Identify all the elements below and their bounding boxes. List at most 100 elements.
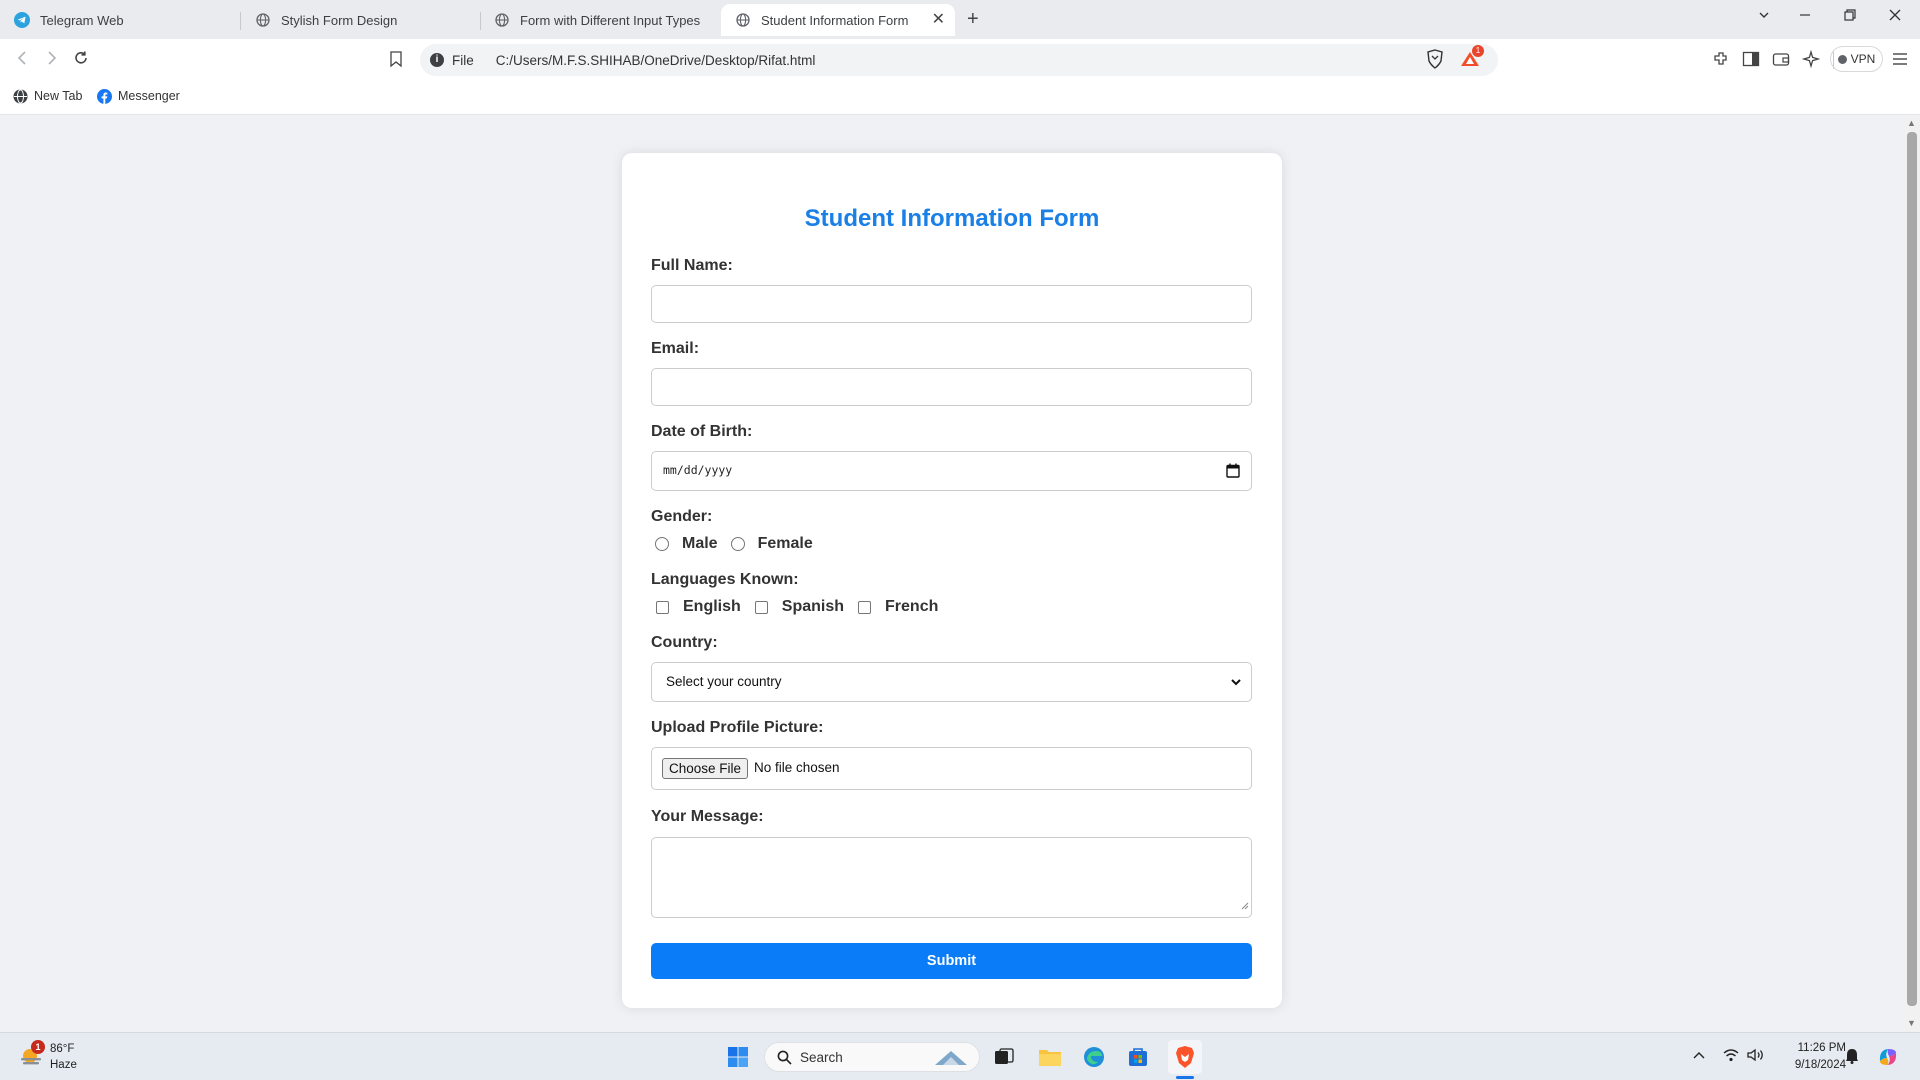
bookmark-icon[interactable]	[386, 49, 406, 69]
resize-handle-icon[interactable]	[1241, 897, 1249, 915]
search-highlight-icon	[933, 1047, 969, 1067]
bookmark-new-tab[interactable]: New Tab	[12, 88, 82, 104]
tab-title: Stylish Form Design	[281, 12, 398, 28]
country-select[interactable]: Select your country	[651, 662, 1252, 702]
english-label: English	[683, 598, 741, 615]
address-url[interactable]: C:/Users/M.F.S.SHIHAB/OneDrive/Desktop/R…	[496, 53, 816, 68]
bookmark-label: New Tab	[34, 89, 83, 103]
scrollbar-thumb[interactable]	[1907, 132, 1917, 1006]
restore-icon[interactable]	[1843, 8, 1857, 28]
tab-title: Student Information Form	[761, 12, 909, 28]
windows-start-icon[interactable]	[724, 1043, 752, 1071]
facebook-icon	[96, 88, 112, 104]
tab-form-different-input-types[interactable]: Form with Different Input Types	[480, 4, 718, 36]
scroll-up-icon[interactable]: ▲	[1907, 118, 1916, 128]
country-selected-value: Select your country	[666, 674, 782, 689]
search-icon	[777, 1050, 792, 1065]
vpn-status-icon	[1837, 54, 1847, 64]
brave-browser-taskbar-icon[interactable]	[1168, 1040, 1202, 1074]
country-label: Country:	[651, 634, 718, 651]
search-label: Search	[800, 1049, 843, 1065]
gender-male-radio[interactable]	[655, 537, 669, 551]
close-window-icon[interactable]	[1888, 8, 1902, 28]
address-bar[interactable]: i File C:/Users/M.F.S.SHIHAB/OneDrive/De…	[420, 44, 1834, 76]
spanish-checkbox[interactable]	[754, 600, 768, 614]
task-view-icon[interactable]	[990, 1043, 1018, 1071]
dob-placeholder: mm/dd/yyyy	[663, 463, 733, 477]
french-checkbox[interactable]	[858, 600, 872, 614]
forward-icon[interactable]	[42, 49, 60, 71]
message-textarea[interactable]	[651, 837, 1252, 918]
tab-student-information-form[interactable]: Student Information Form ✕	[721, 4, 955, 36]
scroll-down-icon[interactable]: ▼	[1907, 1018, 1916, 1028]
brave-shields-icon[interactable]	[1425, 49, 1445, 69]
tab-stylish-form-design[interactable]: Stylish Form Design	[241, 4, 479, 36]
edge-browser-icon[interactable]	[1080, 1043, 1108, 1071]
back-icon[interactable]	[14, 49, 32, 71]
bookmarks-bar: New Tab Messenger	[0, 80, 1920, 115]
file-explorer-icon[interactable]	[1036, 1043, 1064, 1071]
bookmark-messenger[interactable]: Messenger	[96, 88, 180, 104]
calendar-icon[interactable]	[1226, 463, 1240, 483]
vertical-scrollbar[interactable]: ▲ ▼	[1904, 116, 1920, 1032]
full-name-label: Full Name:	[651, 257, 733, 274]
wifi-icon[interactable]	[1723, 1048, 1739, 1066]
active-app-indicator	[1176, 1076, 1194, 1079]
french-label: French	[885, 598, 939, 615]
clock-time[interactable]: 11:26 PM	[1782, 1042, 1846, 1054]
taskbar-search[interactable]: Search	[764, 1042, 980, 1072]
gender-female-label: Female	[757, 535, 813, 552]
tab-title: Telegram Web	[40, 12, 124, 28]
notification-bell-icon[interactable]	[1845, 1048, 1859, 1068]
browser-toolbar: i File C:/Users/M.F.S.SHIHAB/OneDrive/De…	[0, 39, 1920, 80]
profile-picture-upload[interactable]: Choose File No file chosen	[651, 747, 1252, 790]
email-input[interactable]	[651, 368, 1252, 406]
globe-icon	[735, 12, 751, 28]
language-options: English Spanish French	[651, 597, 947, 617]
globe-icon	[494, 12, 510, 28]
new-tab-button[interactable]: +	[967, 8, 979, 30]
vpn-button[interactable]: VPN	[1830, 46, 1883, 72]
close-tab-icon[interactable]: ✕	[932, 12, 945, 28]
gender-label: Gender:	[651, 508, 713, 525]
tab-title: Form with Different Input Types	[520, 12, 701, 28]
windows-taskbar: 1 86°F Haze Search 11:26 PM 9/18/2024	[0, 1032, 1920, 1080]
choose-file-button[interactable]: Choose File	[662, 758, 749, 779]
chevron-down-icon	[1230, 673, 1242, 696]
extensions-icon[interactable]	[1711, 49, 1731, 69]
upload-label: Upload Profile Picture:	[651, 719, 824, 736]
file-status-text: No file chosen	[754, 760, 840, 775]
full-name-input[interactable]	[651, 285, 1252, 323]
form-card: Student Information Form Full Name: Emai…	[622, 153, 1282, 1008]
tab-search-chevron-icon[interactable]	[1757, 8, 1771, 28]
copilot-icon[interactable]	[1874, 1043, 1902, 1071]
dob-input[interactable]: mm/dd/yyyy	[651, 451, 1252, 491]
vpn-label: VPN	[1850, 52, 1876, 66]
sidebar-icon[interactable]	[1741, 49, 1761, 69]
reload-icon[interactable]	[72, 49, 90, 71]
tab-telegram-web[interactable]: Telegram Web	[0, 4, 238, 36]
menu-icon[interactable]	[1890, 49, 1910, 69]
english-checkbox[interactable]	[656, 600, 669, 614]
gender-options: Male Female	[651, 534, 822, 554]
submit-button[interactable]: Submit	[651, 943, 1252, 979]
show-hidden-icons-icon[interactable]	[1693, 1048, 1705, 1064]
weather-alert-badge: 1	[31, 1040, 45, 1054]
globe-icon	[255, 12, 271, 28]
weather-condition: Haze	[50, 1059, 77, 1071]
weather-temperature: 86°F	[50, 1043, 75, 1055]
dob-label: Date of Birth:	[651, 423, 753, 440]
leo-ai-icon[interactable]	[1801, 49, 1821, 69]
globe-icon	[12, 88, 28, 104]
gender-female-radio[interactable]	[730, 537, 745, 551]
wallet-icon[interactable]	[1771, 49, 1791, 69]
site-info-icon[interactable]: i	[430, 53, 444, 67]
clock-date[interactable]: 9/18/2024	[1772, 1059, 1846, 1071]
microsoft-store-icon[interactable]	[1124, 1043, 1152, 1071]
spanish-label: Spanish	[781, 598, 845, 615]
volume-icon[interactable]	[1747, 1048, 1765, 1066]
message-label: Your Message:	[651, 808, 764, 825]
gender-male-label: Male	[682, 535, 718, 552]
minimize-icon[interactable]	[1798, 8, 1812, 28]
languages-label: Languages Known:	[651, 571, 799, 588]
